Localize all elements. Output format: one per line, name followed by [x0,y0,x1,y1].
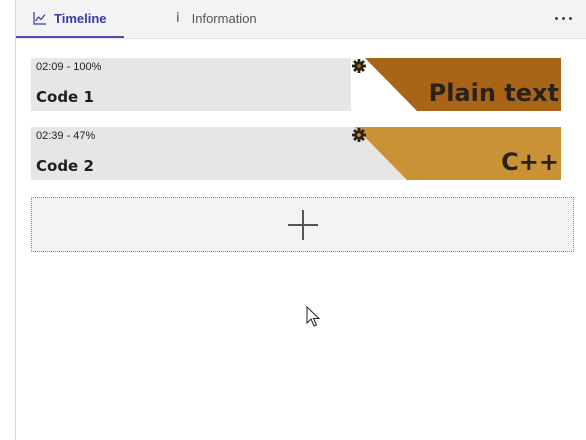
plus-icon [287,209,318,240]
more-dot [561,16,565,20]
more-dots-icon [554,16,558,20]
add-code-button[interactable] [31,197,574,252]
code-time-progress: 02:09 - 100% [36,61,102,73]
more-dot [568,16,572,20]
gear-icon[interactable] [351,58,367,74]
gear-icon[interactable] [351,127,367,143]
panel-left-border [15,0,16,440]
tab-timeline[interactable]: Timeline [16,0,124,38]
tab-information[interactable]: i Information [176,0,257,37]
code-title: Code 2 [36,157,94,175]
code-time-progress: 02:39 - 47% [36,130,96,142]
code-card[interactable]: Plain text 02:09 - 100% Code 1 [31,58,561,111]
info-icon: i [176,11,180,26]
mouse-pointer-icon [306,306,320,327]
code-title: Code 1 [36,88,94,106]
chart-line-icon [33,11,46,25]
language-label: Plain text [428,79,559,107]
code-card[interactable]: C++ 02:39 - 47% Code 2 [31,127,561,180]
language-wedge: Plain text [351,58,561,111]
tab-timeline-label: Timeline [54,10,107,26]
language-label: C++ [501,148,559,176]
tab-information-label: Information [191,11,257,26]
more-options-button[interactable] [550,6,576,30]
language-wedge: C++ [351,127,561,180]
tab-bar: Timeline i Information [16,0,586,39]
